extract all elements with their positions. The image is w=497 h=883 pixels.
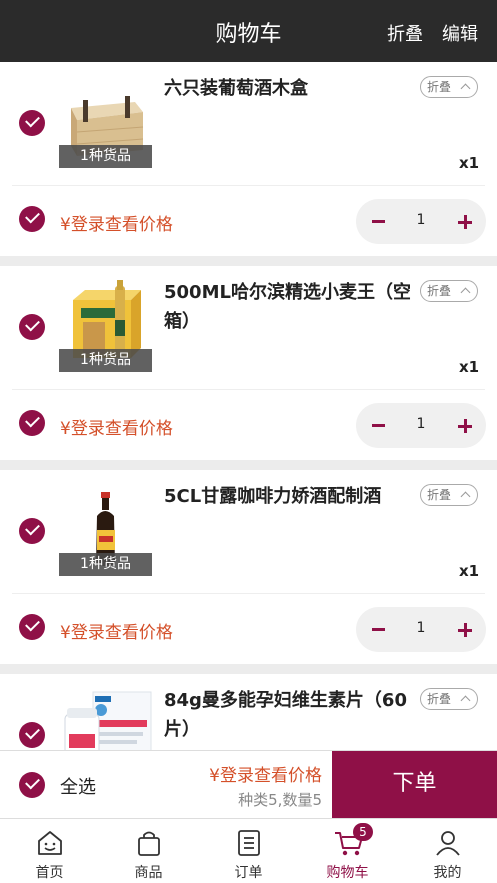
- price-login-link[interactable]: ¥登录查看价格: [60, 414, 173, 439]
- item-divider: [12, 389, 485, 390]
- bottom-tab-bar: 首页 商品 订单 5 购物车 我的: [0, 818, 497, 883]
- price-row-checkbox[interactable]: [19, 410, 45, 436]
- item-fold-toggle[interactable]: 折叠: [420, 484, 478, 506]
- total-summary: 种类5,数量5: [238, 791, 322, 809]
- chevron-up-icon: [460, 695, 471, 706]
- user-icon: [436, 831, 460, 856]
- kinds-label: 1种货品: [59, 145, 152, 168]
- price-row-checkbox[interactable]: [19, 206, 45, 232]
- quantity-multiplier: x1: [459, 562, 480, 580]
- tab-profile[interactable]: 我的: [398, 819, 497, 883]
- checkout-bar: 全选 ¥登录查看价格 种类5,数量5 下单: [0, 750, 497, 819]
- tab-label: 购物车: [326, 865, 369, 881]
- item-checkbox[interactable]: [19, 110, 45, 136]
- tab-label: 商品: [134, 865, 163, 881]
- item-fold-toggle[interactable]: 折叠: [420, 688, 478, 710]
- price-login-link[interactable]: ¥登录查看价格: [60, 210, 173, 235]
- edit-button[interactable]: 编辑: [442, 20, 478, 46]
- cart-count-badge: 5: [353, 823, 373, 841]
- product-name[interactable]: 500ML哈尔滨精选小麦王（空箱）: [164, 278, 414, 336]
- cart-item: 1种货品 5CL甘露咖啡力娇酒配制酒 折叠 x1 ¥登录查看价格 1: [0, 470, 497, 664]
- tab-label: 我的: [433, 865, 462, 881]
- fold-tag-label: 折叠: [427, 80, 452, 94]
- order-list-icon: [238, 830, 260, 856]
- kinds-label: 1种货品: [59, 349, 152, 372]
- chevron-up-icon: [460, 491, 471, 502]
- fold-all-button[interactable]: 折叠: [387, 20, 423, 46]
- fold-tag-label: 折叠: [427, 284, 452, 298]
- fold-tag-label: 折叠: [427, 692, 452, 706]
- shopping-bag-icon: [138, 831, 160, 856]
- vitamin-pack-image: [64, 691, 152, 750]
- quantity-multiplier: x1: [459, 154, 480, 172]
- cart-item-list[interactable]: 1种货品 六只装葡萄酒木盒 折叠 x1 ¥登录查看价格 1 1种货品 500ML…: [0, 62, 497, 750]
- chevron-up-icon: [460, 83, 471, 94]
- increase-button[interactable]: [458, 623, 472, 637]
- tab-products[interactable]: 商品: [99, 819, 198, 883]
- fold-tag-label: 折叠: [427, 488, 452, 502]
- quantity-multiplier: x1: [459, 358, 480, 376]
- product-name[interactable]: 5CL甘露咖啡力娇酒配制酒: [164, 482, 414, 511]
- item-fold-toggle[interactable]: 折叠: [420, 280, 478, 302]
- item-fold-toggle[interactable]: 折叠: [420, 76, 478, 98]
- item-checkbox[interactable]: [19, 722, 45, 748]
- tab-label: 首页: [35, 865, 64, 881]
- quantity-stepper: 1: [356, 403, 486, 448]
- product-name[interactable]: 六只装葡萄酒木盒: [164, 74, 414, 103]
- price-row-checkbox[interactable]: [19, 614, 45, 640]
- price-login-link[interactable]: ¥登录查看价格: [60, 618, 173, 643]
- tab-orders[interactable]: 订单: [199, 819, 298, 883]
- increase-button[interactable]: [458, 215, 472, 229]
- tab-cart[interactable]: 5 购物车: [298, 819, 397, 883]
- item-divider: [12, 593, 485, 594]
- item-divider: [12, 185, 485, 186]
- cart-screen: 购物车 折叠 编辑 1种货品 六只装葡萄酒木盒 折叠 x1 ¥登录查看价格 1 …: [0, 0, 497, 883]
- product-name[interactable]: 84g曼多能孕妇维生素片（60片）: [164, 686, 414, 744]
- item-checkbox[interactable]: [19, 314, 45, 340]
- top-header: 购物车 折叠 编辑: [0, 0, 497, 62]
- place-order-button[interactable]: 下单: [332, 751, 497, 819]
- cart-item: 1种货品 500ML哈尔滨精选小麦王（空箱） 折叠 x1 ¥登录查看价格 1: [0, 266, 497, 460]
- tab-home[interactable]: 首页: [0, 819, 99, 883]
- quantity-stepper: 1: [356, 199, 486, 244]
- smiley-home-icon: [38, 831, 62, 855]
- tab-label: 订单: [234, 865, 263, 881]
- increase-button[interactable]: [458, 419, 472, 433]
- cart-item: 84g曼多能孕妇维生素片（60片） 折叠: [0, 674, 497, 750]
- cart-item: 1种货品 六只装葡萄酒木盒 折叠 x1 ¥登录查看价格 1: [0, 62, 497, 256]
- quantity-stepper: 1: [356, 607, 486, 652]
- kinds-label: 1种货品: [59, 553, 152, 576]
- chevron-up-icon: [460, 287, 471, 298]
- product-image[interactable]: [59, 684, 152, 750]
- total-price-login[interactable]: ¥登录查看价格: [0, 761, 322, 786]
- item-checkbox[interactable]: [19, 518, 45, 544]
